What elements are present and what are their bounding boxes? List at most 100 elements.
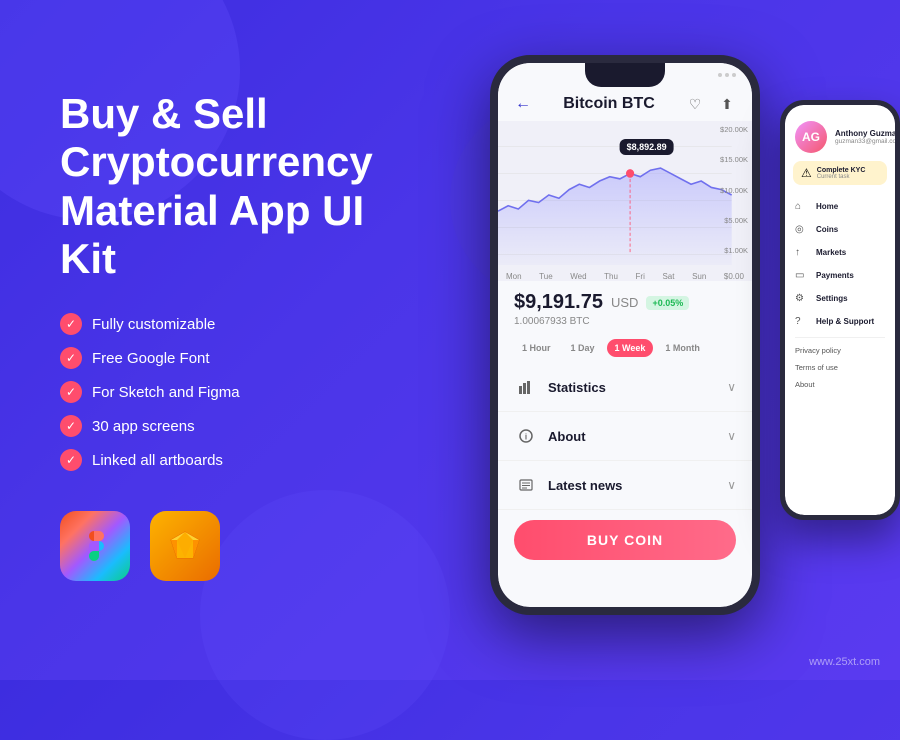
- status-dot-2: [725, 73, 729, 77]
- nav-item-payments[interactable]: ▭ Payments: [785, 264, 895, 287]
- chart-x-labels: Mon Tue Wed Thu Fri Sat Sun $0.00: [498, 270, 752, 283]
- nav-home-label: Home: [816, 202, 838, 211]
- feature-item-5: ✓ Linked all artboards: [60, 449, 420, 471]
- user-name: Anthony Guzman: [835, 129, 895, 138]
- statistics-chevron: ∨: [727, 380, 736, 394]
- kyc-banner[interactable]: ⚠ Complete KYC Current task: [793, 161, 887, 185]
- sidebar-navigation: ⌂ Home ◎ Coins ↑ Markets ▭ Payments ⚙ Se…: [785, 191, 895, 397]
- nav-coins-label: Coins: [816, 225, 838, 234]
- status-dot-3: [732, 73, 736, 77]
- help-icon: ?: [795, 316, 809, 327]
- accordion-about[interactable]: i About ∨: [498, 412, 752, 461]
- statistics-label: Statistics: [548, 380, 606, 395]
- status-dot-1: [718, 73, 722, 77]
- x-label-fri: Fri: [636, 272, 645, 281]
- coins-icon: ◎: [795, 224, 809, 235]
- bitcoin-title: Bitcoin BTC: [563, 95, 655, 113]
- feature-label-5: Linked all artboards: [92, 452, 223, 469]
- accordion-statistics[interactable]: Statistics ∨: [498, 363, 752, 412]
- accordion-latest-news[interactable]: Latest news ∨: [498, 461, 752, 510]
- x-label-zero: $0.00: [724, 272, 744, 281]
- y-label-4: $5.00K: [720, 216, 748, 225]
- main-title: Buy & SellCryptocurrencyMaterial App UI …: [60, 90, 420, 283]
- check-icon-3: ✓: [60, 381, 82, 403]
- accordion-about-left: i About: [514, 424, 586, 448]
- x-label-sat: Sat: [662, 272, 674, 281]
- y-label-5: $1.00K: [720, 246, 748, 255]
- markets-icon: ↑: [795, 247, 809, 258]
- x-label-mon: Mon: [506, 272, 522, 281]
- nav-item-settings[interactable]: ⚙ Settings: [785, 287, 895, 310]
- check-icon-4: ✓: [60, 415, 82, 437]
- about-icon: i: [514, 424, 538, 448]
- price-section: $9,191.75 USD +0.05% 1.00067933 BTC: [498, 281, 752, 333]
- user-email: guzman33@gmail.com: [835, 138, 895, 145]
- user-avatar: AG: [795, 121, 827, 153]
- header-actions: ♡ ⬆: [686, 95, 736, 113]
- about-label: About: [548, 429, 586, 444]
- price-chart: $20.00K $15.00K $10.00K $5.00K $1.00K: [498, 121, 752, 281]
- nav-markets-label: Markets: [816, 248, 846, 257]
- nav-help-label: Help & Support: [816, 317, 874, 326]
- y-label-1: $20.00K: [720, 125, 748, 134]
- feature-item-4: ✓ 30 app screens: [60, 415, 420, 437]
- heart-icon[interactable]: ♡: [686, 95, 704, 113]
- check-icon-1: ✓: [60, 313, 82, 335]
- feature-item-3: ✓ For Sketch and Figma: [60, 381, 420, 403]
- phone-main: ← Bitcoin BTC ♡ ⬆ $20.00K $15.00K $10.00…: [490, 55, 760, 615]
- price-tooltip: $8,892.89: [620, 139, 674, 155]
- sketch-icon: [150, 511, 220, 581]
- time-1day[interactable]: 1 Day: [563, 339, 603, 357]
- time-1week[interactable]: 1 Week: [607, 339, 654, 357]
- back-icon[interactable]: ←: [514, 95, 532, 113]
- user-info: Anthony Guzman guzman33@gmail.com: [835, 129, 895, 145]
- figma-icon: [60, 511, 130, 581]
- nav-payments-label: Payments: [816, 271, 854, 280]
- nav-item-home[interactable]: ⌂ Home: [785, 195, 895, 218]
- phone-notch: [585, 63, 665, 87]
- buy-coin-button[interactable]: BUY COIN: [514, 520, 736, 560]
- nav-item-coins[interactable]: ◎ Coins: [785, 218, 895, 241]
- svg-text:i: i: [525, 433, 527, 442]
- feature-item-2: ✓ Free Google Font: [60, 347, 420, 369]
- sidebar-divider: [795, 337, 885, 338]
- left-panel: Buy & SellCryptocurrencyMaterial App UI …: [60, 90, 420, 581]
- price-badge: +0.05%: [646, 296, 689, 310]
- news-label: Latest news: [548, 478, 622, 493]
- price-main: $9,191.75: [514, 291, 603, 314]
- footer-link-terms[interactable]: Terms of use: [785, 359, 895, 376]
- user-header: AG Anthony Guzman guzman33@gmail.com: [785, 105, 895, 161]
- time-1month[interactable]: 1 Month: [657, 339, 708, 357]
- x-label-tue: Tue: [539, 272, 553, 281]
- news-icon: [514, 473, 538, 497]
- time-1hour[interactable]: 1 Hour: [514, 339, 559, 357]
- home-icon: ⌂: [795, 201, 809, 212]
- chart-y-labels: $20.00K $15.00K $10.00K $5.00K $1.00K: [720, 125, 748, 255]
- feature-label-3: For Sketch and Figma: [92, 384, 240, 401]
- accordion-news-left: Latest news: [514, 473, 622, 497]
- nav-settings-label: Settings: [816, 294, 848, 303]
- news-chevron: ∨: [727, 478, 736, 492]
- price-currency: USD: [611, 295, 638, 310]
- phone-2-screen: AG Anthony Guzman guzman33@gmail.com ⚠ C…: [785, 105, 895, 515]
- nav-item-help[interactable]: ? Help & Support: [785, 310, 895, 333]
- footer-link-privacy[interactable]: Privacy policy: [785, 342, 895, 359]
- tool-icons: [60, 511, 420, 581]
- watermark: www.25xt.com: [809, 656, 880, 668]
- check-icon-5: ✓: [60, 449, 82, 471]
- footer-link-about[interactable]: About: [785, 376, 895, 393]
- feature-label-4: 30 app screens: [92, 418, 195, 435]
- check-icon-2: ✓: [60, 347, 82, 369]
- feature-label-2: Free Google Font: [92, 350, 210, 367]
- payments-icon: ▭: [795, 270, 809, 281]
- nav-item-markets[interactable]: ↑ Markets: [785, 241, 895, 264]
- kyc-info: Complete KYC Current task: [817, 167, 866, 180]
- time-filter: 1 Hour 1 Day 1 Week 1 Month: [498, 333, 752, 363]
- y-label-2: $15.00K: [720, 155, 748, 164]
- share-icon[interactable]: ⬆: [718, 95, 736, 113]
- y-label-3: $10.00K: [720, 186, 748, 195]
- statistics-icon: [514, 375, 538, 399]
- kyc-sublabel: Current task: [817, 174, 866, 180]
- x-label-sun: Sun: [692, 272, 706, 281]
- settings-icon: ⚙: [795, 293, 809, 304]
